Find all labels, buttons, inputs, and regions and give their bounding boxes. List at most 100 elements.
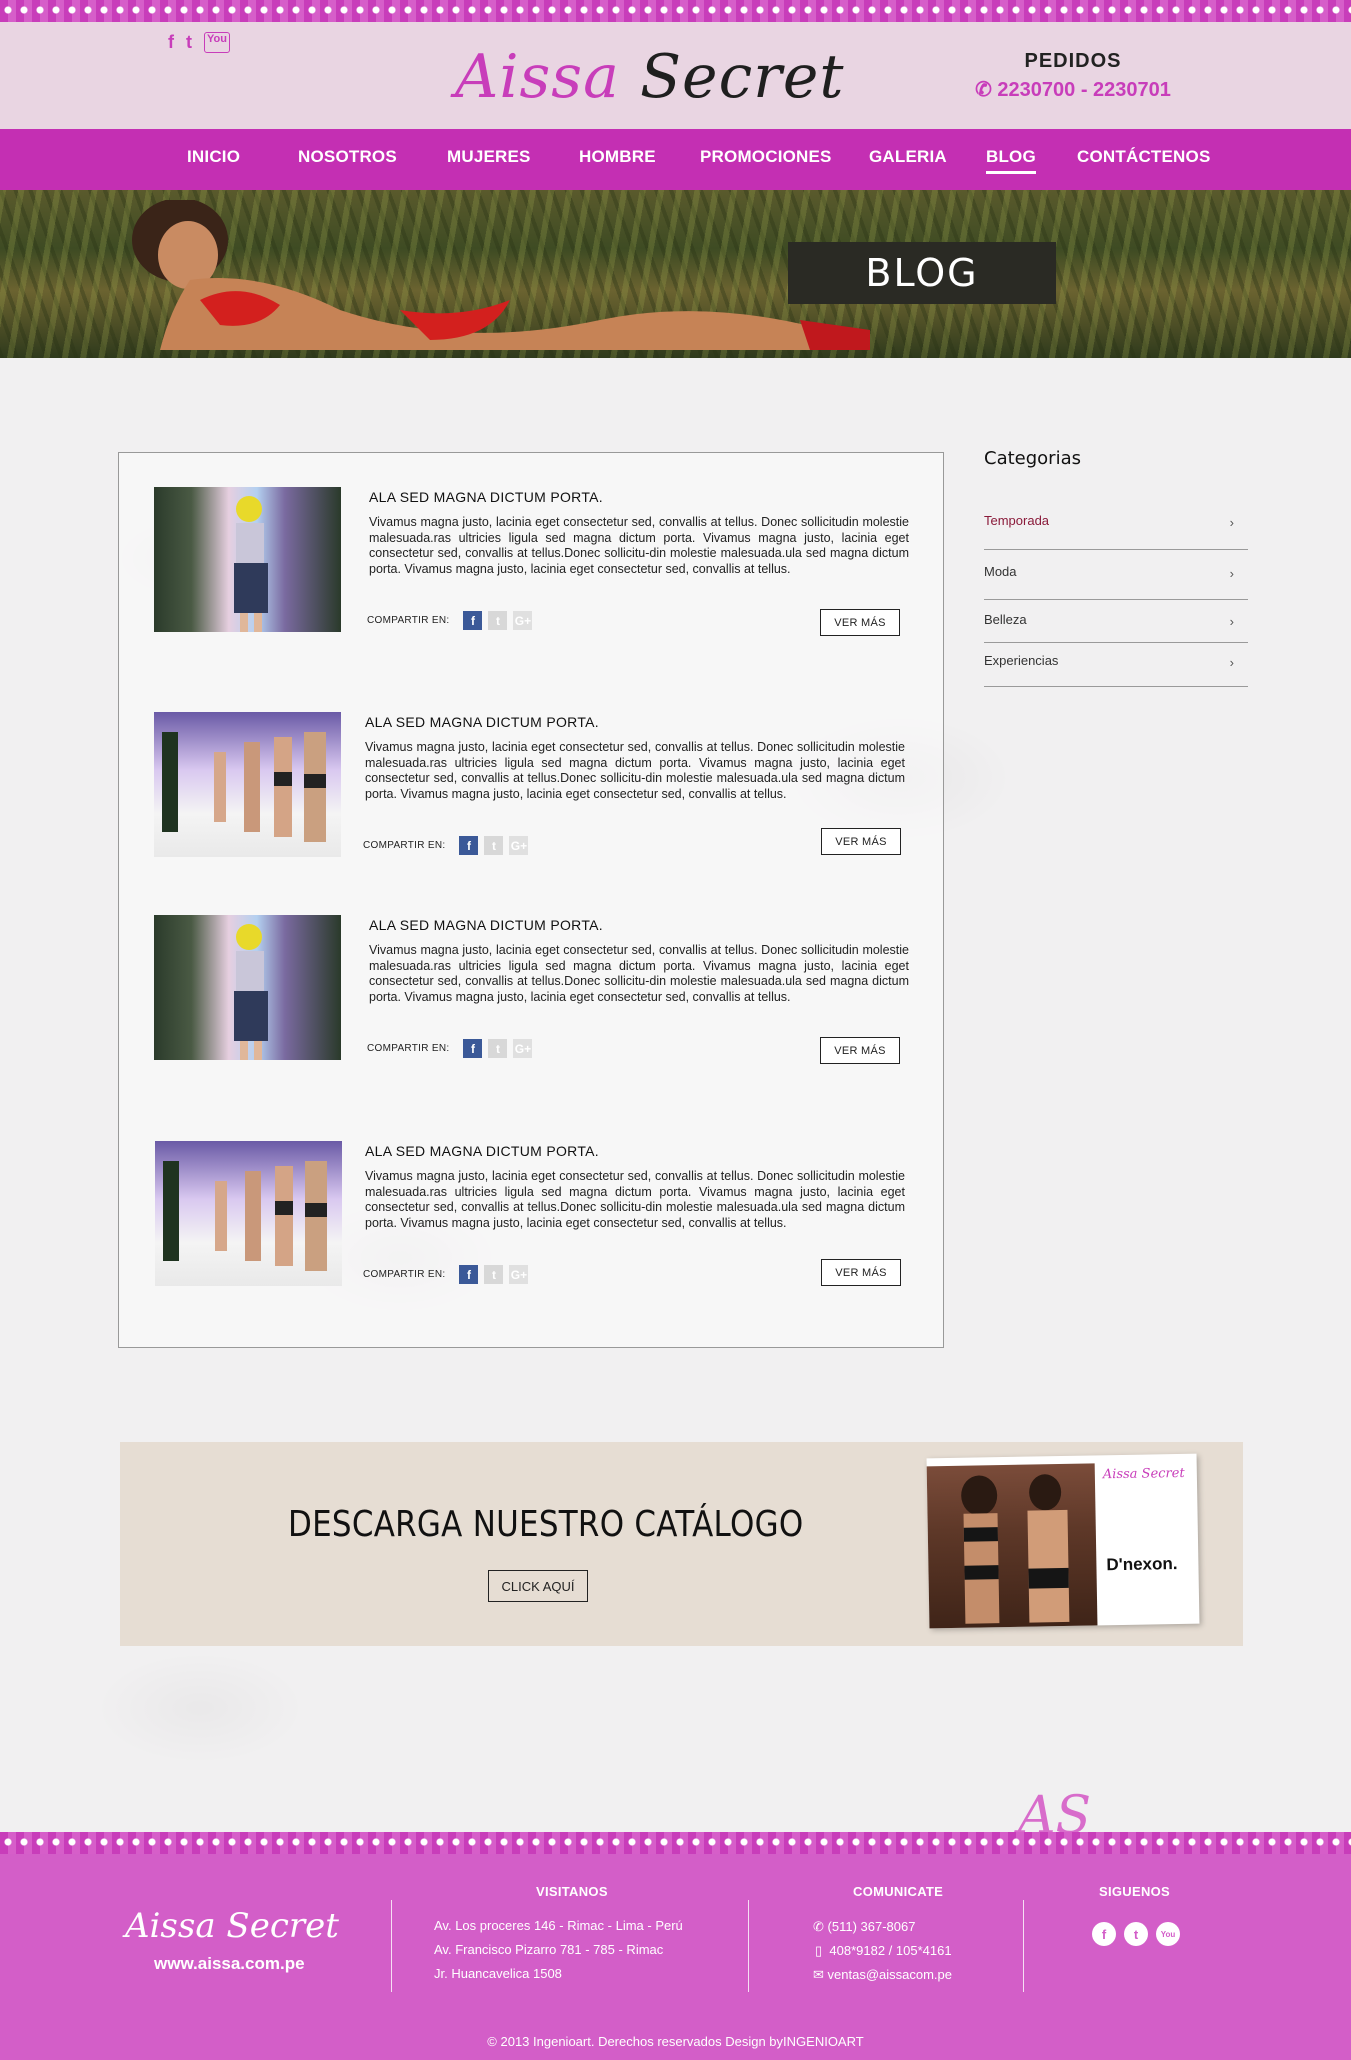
chevron-right-icon: › — [1229, 614, 1234, 629]
nav-item-promociones[interactable]: PROMOCIONES — [700, 147, 832, 167]
category-item-moda[interactable]: Moda › — [984, 550, 1248, 600]
ver-mas-button[interactable]: VER MÁS — [821, 1259, 901, 1286]
category-item-temporada[interactable]: Temporada › — [984, 503, 1248, 550]
twitter-share-icon[interactable]: t — [488, 611, 508, 630]
hero-title: BLOG — [788, 242, 1056, 304]
post-thumbnail[interactable] — [154, 487, 341, 632]
runway-photo — [234, 496, 268, 632]
twitter-share-icon[interactable]: t — [484, 1265, 504, 1284]
facebook-share-icon[interactable]: f — [459, 1265, 479, 1284]
twitter-icon[interactable]: t — [186, 32, 192, 53]
site-logo[interactable]: Aissa Secret — [455, 42, 875, 122]
share-label: COMPARTIR EN: — [363, 840, 446, 851]
share-label: COMPARTIR EN: — [363, 1269, 446, 1280]
lace-border-bottom — [0, 1832, 1351, 1854]
share-bar: COMPARTIR EN: f t G+ — [363, 836, 529, 855]
catalog-cover-image[interactable]: Aissa Secret D'nexon. — [926, 1453, 1200, 1629]
nav-item-hombre[interactable]: HOMBRE — [579, 147, 656, 167]
blog-post: ALA SED MAGNA DICTUM PORTA. Vivamus magn… — [119, 712, 945, 872]
pedidos-phone-number: 2230700 - 2230701 — [997, 79, 1171, 101]
post-title[interactable]: ALA SED MAGNA DICTUM PORTA. — [365, 714, 599, 730]
footer-mobile: ▯ 408*9182 / 105*4161 — [815, 1943, 952, 1959]
logo-part-1: Aissa — [455, 42, 620, 112]
phone-icon: ✆ — [813, 1919, 824, 1934]
facebook-icon[interactable]: f — [1092, 1922, 1116, 1946]
facebook-share-icon[interactable]: f — [463, 611, 483, 630]
hero-banner: BLOG — [0, 190, 1351, 358]
facebook-share-icon[interactable]: f — [459, 836, 479, 855]
mail-icon: ✉ — [813, 1967, 824, 1982]
footer-url[interactable]: www.aissa.com.pe — [154, 1954, 305, 1974]
category-item-experiencias[interactable]: Experiencias › — [984, 643, 1248, 687]
blog-list-panel: ALA SED MAGNA DICTUM PORTA. Vivamus magn… — [118, 452, 944, 1348]
blog-post: ALA SED MAGNA DICTUM PORTA. Vivamus magn… — [119, 1141, 945, 1301]
runway-photo — [163, 1161, 327, 1271]
phone-icon: ✆ — [975, 79, 992, 101]
ver-mas-button[interactable]: VER MÁS — [821, 828, 901, 855]
blog-post: ALA SED MAGNA DICTUM PORTA. Vivamus magn… — [119, 487, 945, 647]
footer-address: Jr. Huancavelica 1508 — [434, 1966, 562, 1981]
categories-sidebar: Categorias Temporada › Moda › Belleza › … — [984, 448, 1248, 687]
googleplus-share-icon[interactable]: G+ — [509, 836, 529, 855]
nav-item-galeria[interactable]: GALERIA — [869, 147, 947, 167]
footer-siguenos-title: SIGUENOS — [1099, 1884, 1171, 1899]
facebook-share-icon[interactable]: f — [463, 1039, 483, 1058]
post-title[interactable]: ALA SED MAGNA DICTUM PORTA. — [369, 489, 603, 505]
chevron-right-icon: › — [1229, 655, 1234, 670]
post-title[interactable]: ALA SED MAGNA DICTUM PORTA. — [365, 1143, 599, 1159]
post-excerpt: Vivamus magna justo, lacinia eget consec… — [365, 1169, 905, 1230]
post-thumbnail[interactable] — [154, 712, 341, 857]
nav-item-mujeres[interactable]: MUJERES — [447, 147, 531, 167]
post-excerpt: Vivamus magna justo, lacinia eget consec… — [369, 943, 909, 1004]
footer-address: Av. Francisco Pizarro 781 - 785 - Rimac — [434, 1942, 664, 1957]
googleplus-share-icon[interactable]: G+ — [509, 1265, 529, 1284]
catalog-banner: DESCARGA NUESTRO CATÁLOGO CLICK AQUÍ Ais… — [120, 1442, 1243, 1646]
post-thumbnail[interactable] — [154, 915, 341, 1060]
catalog-cover-photo — [926, 1463, 1098, 1629]
nav-item-contactenos[interactable]: CONTÁCTENOS — [1077, 147, 1210, 167]
youtube-icon[interactable]: You — [204, 32, 230, 53]
couple-photo — [961, 1474, 1070, 1624]
post-excerpt: Vivamus magna justo, lacinia eget consec… — [365, 740, 905, 801]
nav-item-inicio[interactable]: INICIO — [187, 147, 240, 167]
nav-item-nosotros[interactable]: NOSOTROS — [298, 147, 397, 167]
ver-mas-button[interactable]: VER MÁS — [820, 1037, 900, 1064]
footer-email[interactable]: ✉ ventas@aissacom.pe — [813, 1967, 952, 1983]
post-thumbnail[interactable] — [155, 1141, 342, 1286]
share-bar: COMPARTIR EN: f t G+ — [367, 1039, 533, 1058]
category-label: Moda — [984, 564, 1017, 579]
footer-phone: ✆ (511) 367-8067 — [813, 1919, 915, 1935]
catalog-cover-brand: D'nexon. — [1106, 1554, 1178, 1575]
footer-visitanos-title: VISITANOS — [536, 1884, 608, 1899]
youtube-icon[interactable]: You — [1156, 1922, 1180, 1946]
footer-logo[interactable]: Aissa Secret — [125, 1906, 339, 1946]
share-bar: COMPARTIR EN: f t G+ — [363, 1265, 529, 1284]
footer-social: f t You — [1092, 1922, 1180, 1946]
logo-part-2: Secret — [639, 42, 845, 112]
twitter-share-icon[interactable]: t — [484, 836, 504, 855]
category-label: Belleza — [984, 612, 1027, 627]
googleplus-share-icon[interactable]: G+ — [513, 1039, 533, 1058]
share-label: COMPARTIR EN: — [367, 615, 450, 626]
pedidos-title: PEDIDOS — [1024, 50, 1122, 72]
category-label: Temporada — [984, 513, 1050, 528]
share-label: COMPARTIR EN: — [367, 1043, 450, 1054]
pedidos-box: PEDIDOS ✆ 2230700 - 2230701 — [968, 50, 1178, 102]
chevron-right-icon: › — [1229, 515, 1234, 530]
googleplus-share-icon[interactable]: G+ — [513, 611, 533, 630]
catalog-download-button[interactable]: CLICK AQUÍ — [488, 1570, 588, 1602]
footer-email-value: ventas@aissacom.pe — [827, 1967, 953, 1982]
twitter-share-icon[interactable]: t — [488, 1039, 508, 1058]
catalog-heading: DESCARGA NUESTRO CATÁLOGO — [288, 1504, 804, 1545]
hero-model-image — [132, 200, 870, 350]
category-item-belleza[interactable]: Belleza › — [984, 600, 1248, 643]
post-title[interactable]: ALA SED MAGNA DICTUM PORTA. — [369, 917, 603, 933]
nav-item-blog[interactable]: BLOG — [986, 147, 1036, 174]
header-social: f t You — [168, 32, 230, 53]
facebook-icon[interactable]: f — [168, 32, 174, 53]
site-header: f t You Aissa Secret PEDIDOS ✆ 2230700 -… — [0, 22, 1351, 129]
twitter-icon[interactable]: t — [1124, 1922, 1148, 1946]
runway-photo — [162, 732, 326, 842]
ver-mas-button[interactable]: VER MÁS — [820, 609, 900, 636]
categories-title: Categorias — [984, 448, 1081, 469]
